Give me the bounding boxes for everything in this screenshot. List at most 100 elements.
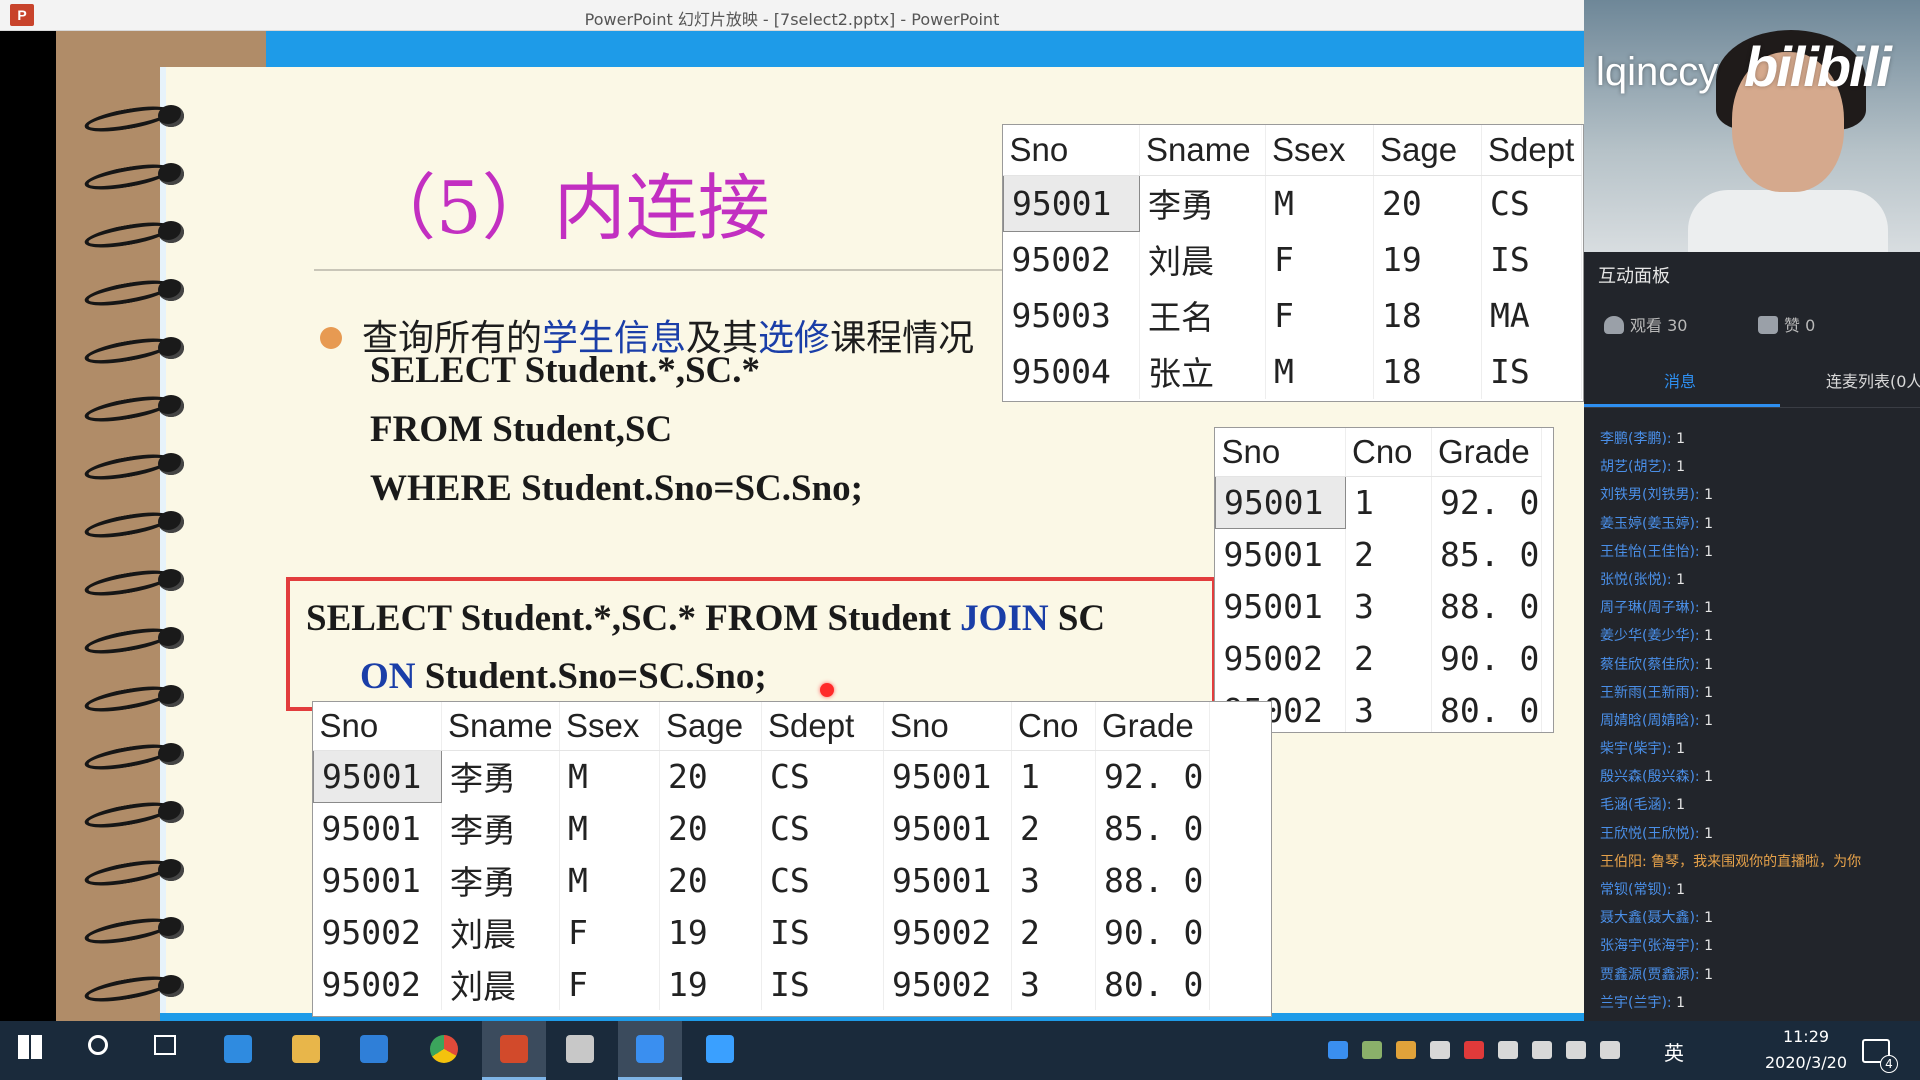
chat-author[interactable]: 柴宇(柴宇): [1600,741,1672,757]
table-cell: 80. 0 [1095,958,1210,1010]
shield-icon[interactable] [1498,1041,1518,1059]
table-row: 95001 李勇 M 20 CS [1003,174,1582,232]
clock-time[interactable]: 11:29 [1756,1027,1856,1046]
table-cell: 95001 [883,854,1012,906]
taskbar-task-view-button[interactable] [136,1021,200,1080]
table-cell: 1 [1345,476,1432,528]
qq-tray-icon[interactable] [1396,1041,1416,1059]
viewer-count: 观看 30 [1604,312,1687,336]
chat-author[interactable]: 蔡佳欣(蔡佳欣): [1600,657,1700,673]
on-condition: Student.Sno=SC.Sno; [415,656,767,697]
chat-author[interactable]: 常钡(常钡): [1600,882,1672,898]
table-cell: 2 [1345,632,1432,684]
active-tab-indicator [1584,404,1780,407]
slideshow-area[interactable]: （5）内连接 查询所有的学生信息及其选修课程情况 SELECT Student.… [0,31,1584,1021]
volume-icon[interactable] [1600,1041,1620,1059]
chat-message: 柴宇(柴宇): 1 [1600,738,1920,766]
table-cell: MA [1481,287,1582,343]
table-cell: 95002 [883,906,1012,958]
chat-text: 1 [1671,459,1685,476]
slide[interactable]: （5）内连接 查询所有的学生信息及其选修课程情况 SELECT Student.… [56,31,1584,1021]
table-cell: 3 [1011,958,1096,1010]
thumbs-up-icon[interactable] [1758,316,1778,334]
taskbar-start-button[interactable] [0,1021,64,1080]
tab-mic-list[interactable]: 连麦列表(0人 [1826,368,1920,392]
chat-message: 王佳怡(王佳怡): 1 [1600,541,1920,569]
chat-author[interactable]: 王欣悦(王欣悦): [1600,826,1700,842]
panel-title: 互动面板 [1598,266,1670,287]
sogou-ime-icon[interactable] [1464,1041,1484,1059]
chat-author[interactable]: 王伯阳: [1600,854,1647,870]
join-sql-suffix: SC [1048,598,1106,639]
chat-author[interactable]: 姜玉婷(姜玉婷): [1600,516,1700,532]
sql-line-where: WHERE Student.Sno=SC.Sno; [370,468,863,509]
chat-author[interactable]: 周子琳(周子琳): [1600,600,1700,616]
chat-author[interactable]: 张悦(张悦): [1600,572,1672,588]
bilibili-logo: bilibili [1744,35,1892,98]
taskbar-file-explorer-button[interactable] [274,1021,338,1080]
taskbar-store-button[interactable] [342,1021,406,1080]
table-cell: 19 [659,958,762,1010]
table-cell: 95002 [313,906,442,958]
clock-date[interactable]: 2020/3/20 [1746,1053,1866,1072]
table-cell: IS [761,958,884,1010]
tab-messages[interactable]: 消息 [1664,368,1696,392]
table-cell: 95001 [1215,528,1346,580]
like-count-text: 赞 0 [1784,316,1816,335]
table-cell: M [559,854,660,906]
chat-author[interactable]: 张海宇(张海宇): [1600,938,1700,954]
column-header: Grade [1095,702,1210,751]
taskbar-feishu-button[interactable] [618,1021,682,1080]
chat-author[interactable]: 姜少华(姜少华): [1600,628,1700,644]
chat-author[interactable]: 胡艺(胡艺): [1600,459,1672,475]
chat-author[interactable]: 毛涵(毛涵): [1600,797,1672,813]
like-count[interactable]: 赞 0 [1758,312,1815,336]
table-cell: 95001 [313,802,442,854]
taskbar-chrome-button[interactable] [412,1021,476,1080]
student-table-grid: Sno Sname Ssex Sage Sdept 95001 李勇 M 20 CS 95002 刘晨… [1003,125,1582,399]
feishu-icon [636,1035,664,1063]
table-row: 95001 1 92. 0 [1215,475,1542,529]
chat-author[interactable]: 兰宇(兰宇): [1600,995,1672,1011]
chat-author[interactable]: 周婧晗(周婧晗): [1600,713,1700,729]
spiral-ring-icon [82,855,184,891]
feishu-tray-icon[interactable] [1328,1041,1348,1059]
column-header: Sname [441,702,560,751]
table-cell: 20 [1373,175,1482,231]
table-cell: 95001 [313,854,442,906]
chat-author[interactable]: 殷兴森(殷兴森): [1600,769,1700,785]
result-table-grid: Sno Sname Ssex Sage Sdept Sno Cno Grade 95001 李勇 M… [313,702,1210,1010]
chat-author[interactable]: 刘铁男(刘铁男): [1600,487,1700,503]
taskbar-edge-button[interactable] [206,1021,270,1080]
battery-icon[interactable] [1532,1041,1552,1059]
laser-pointer-dot [820,683,834,697]
network-drive-icon[interactable] [1362,1041,1382,1059]
chat-author[interactable]: 李鹏(李鹏): [1600,431,1672,447]
message-list[interactable]: 李鹏(李鹏): 1 胡艺(胡艺): 1 刘铁男(刘铁男): 1 姜玉婷(姜玉婷): 1… [1600,428,1920,1020]
bullet-part-5: 课程情况 [830,318,975,359]
chat-author[interactable]: 贾鑫源(贾鑫源): [1600,967,1700,983]
taskbar-tools-button[interactable] [548,1021,612,1080]
spiral-ring-icon [82,449,184,485]
table-cell: 刘晨 [441,906,560,958]
chat-author[interactable]: 王佳怡(王佳怡): [1600,544,1700,560]
chat-text: 1 [1671,797,1685,814]
taskbar-calendar-app-button[interactable] [688,1021,752,1080]
column-header: Cno [1011,702,1096,751]
chat-text: 1 [1671,882,1685,898]
start-icon [18,1035,42,1059]
network-icon[interactable] [1566,1041,1586,1059]
chat-author[interactable]: 聂大鑫(聂大鑫): [1600,910,1700,926]
join-sql-line-1: SELECT Student.*,SC.* FROM Student JOIN … [306,597,1105,640]
taskbar-search-button[interactable] [70,1021,134,1080]
input-language-indicator[interactable]: 英 [1664,1037,1684,1066]
chat-author[interactable]: 王新雨(王新雨): [1600,685,1700,701]
spiral-ring-icon [82,217,184,253]
microphone-icon[interactable] [1430,1041,1450,1059]
tools-icon [566,1035,594,1063]
spiral-ring-icon [82,739,184,775]
spiral-ring-icon [82,913,184,949]
table-cell: 90. 0 [1095,906,1210,958]
table-cell: 95001 [313,749,442,803]
taskbar-powerpoint-button[interactable] [482,1021,546,1080]
